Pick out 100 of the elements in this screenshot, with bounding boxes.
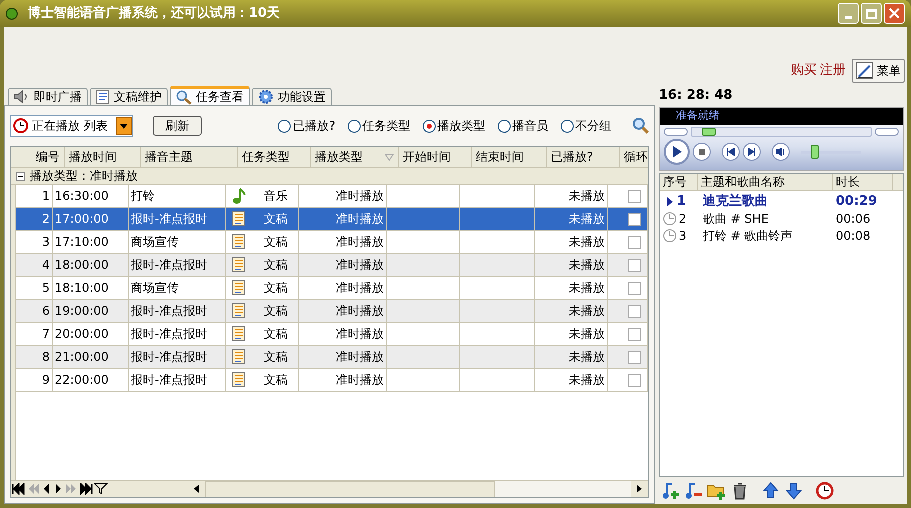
column-header[interactable]: 序号 [660, 174, 698, 190]
table-cell-text: 21:00:00 [55, 349, 109, 366]
checkbox[interactable] [628, 190, 641, 202]
document-icon [232, 303, 246, 319]
tab[interactable]: 即时广播 [8, 88, 88, 105]
table-cell-text: 准时播放 [336, 234, 384, 251]
document-icon [96, 90, 110, 104]
fast-forward-button[interactable] [875, 128, 899, 136]
move-down-icon[interactable] [784, 480, 804, 500]
document-icon [232, 211, 246, 227]
table-row[interactable]: 8 21:00:00 报时-准点报时 文稿 准时播放 未播放 [16, 346, 648, 369]
move-up-icon[interactable] [761, 480, 781, 500]
header-link[interactable]: 购买 [791, 60, 817, 80]
playlist-item[interactable]: 2 歌曲 # SHE 00:06 [660, 210, 903, 227]
minimize-button[interactable] [838, 3, 859, 24]
column-header[interactable]: 编号 [28, 147, 65, 167]
table-cell-text: 文稿 [264, 280, 288, 297]
close-button[interactable] [884, 3, 905, 24]
column-header[interactable]: 播放类型 [311, 147, 399, 167]
table-cell-text: 文稿 [264, 303, 288, 320]
slider-thumb[interactable] [702, 128, 716, 136]
column-header[interactable]: 播放时间 [65, 147, 141, 167]
table-row[interactable]: 1 16:30:00 打铃 音乐 准时播放 未播放 [16, 185, 648, 208]
table-row[interactable]: 2 17:00:00 报时-准点报时 文稿 准时播放 未播放 [16, 208, 648, 231]
column-header[interactable]: 结束时间 [472, 147, 547, 167]
previous-track-icon [727, 148, 735, 156]
menu-button[interactable]: 菜单 [852, 59, 905, 83]
mute-button[interactable] [772, 143, 790, 161]
first-page-icon[interactable] [12, 483, 26, 495]
table-cell-text: 2 [42, 211, 50, 228]
radio-option[interactable]: 任务类型 [348, 117, 411, 135]
table-cell-text: 准时播放 [336, 349, 384, 366]
filter-icon[interactable] [94, 483, 108, 495]
table-row[interactable]: 4 18:00:00 报时-准点报时 文稿 准时播放 未播放 [16, 254, 648, 277]
column-header[interactable]: 任务类型 [238, 147, 311, 167]
scroll-left-icon[interactable] [194, 485, 199, 493]
table-cell-text: 商场宣传 [131, 234, 179, 251]
table-row[interactable]: 5 18:10:00 商场宣传 文稿 准时播放 未播放 [16, 277, 648, 300]
checkbox[interactable] [628, 374, 641, 386]
checkbox[interactable] [628, 258, 641, 272]
radio-option[interactable]: 播放类型 [422, 117, 486, 135]
radio-option[interactable]: 播音员 [498, 117, 549, 135]
last-page-icon[interactable] [79, 483, 93, 495]
playlist-item[interactable]: 3 打铃 # 歌曲铃声 00:08 [660, 227, 903, 244]
seek-track[interactable] [691, 127, 872, 137]
table-row[interactable]: 7 20:00:00 报时-准点报时 文稿 准时播放 未播放 [16, 323, 648, 346]
table-cell-text: 准时播放 [336, 257, 384, 274]
table-row[interactable]: 3 17:10:00 商场宣传 文稿 准时播放 未播放 [16, 231, 648, 254]
table-cell-text: 未播放 [569, 372, 605, 389]
search-icon[interactable] [632, 117, 649, 135]
next-track-button[interactable] [743, 143, 761, 161]
tab[interactable]: 文稿维护 [90, 88, 168, 105]
table-cell-text: 1 [42, 188, 50, 205]
table-row[interactable]: 6 19:00:00 报时-准点报时 文稿 准时播放 未播放 [16, 300, 648, 323]
header-link[interactable]: 注册 [820, 60, 846, 80]
radio-option[interactable]: 不分组 [560, 117, 612, 135]
column-header[interactable]: 主题和歌曲名称 [698, 174, 833, 190]
checkbox[interactable] [628, 282, 641, 294]
column-header[interactable]: 时长 [833, 174, 893, 190]
column-header[interactable]: 开始时间 [399, 147, 472, 167]
alarm-clock-icon[interactable] [815, 480, 835, 500]
checkbox[interactable] [628, 236, 641, 248]
table-cell-text: 报时-准点报时 [131, 257, 208, 274]
refresh-button[interactable]: 刷新 [152, 116, 202, 136]
document-icon [232, 326, 246, 342]
next-icon[interactable] [53, 483, 63, 495]
table-row[interactable]: 9 22:00:00 报时-准点报时 文稿 准时播放 未播放 [16, 369, 648, 392]
table-cell-text: 未播放 [569, 211, 605, 228]
scroll-right-icon[interactable] [637, 485, 642, 493]
previous-track-button[interactable] [722, 143, 740, 161]
volume-track[interactable] [801, 145, 861, 159]
checkbox[interactable] [628, 328, 641, 340]
clock-icon [13, 118, 29, 134]
table-cell-text: 6 [42, 303, 50, 320]
column-header[interactable]: 播音主题 [141, 147, 238, 167]
previous-icon[interactable] [42, 483, 52, 495]
checkbox[interactable] [628, 350, 641, 364]
document-icon [232, 234, 246, 250]
maximize-button[interactable] [861, 3, 882, 24]
play-button[interactable] [664, 139, 690, 165]
remove-music-icon[interactable] [684, 480, 704, 500]
table-cell-text: 报时-准点报时 [131, 303, 208, 320]
slider-thumb[interactable] [811, 145, 820, 159]
checkbox[interactable] [628, 304, 641, 318]
add-music-icon[interactable] [661, 480, 681, 500]
group-label: 播放类型：准时播放 [30, 168, 138, 185]
table-cell-text: 准时播放 [336, 188, 384, 205]
tab[interactable]: 功能设置 [252, 88, 332, 105]
horizontal-scrollbar[interactable] [188, 480, 648, 497]
radio-option[interactable]: 已播放? [278, 117, 336, 135]
document-icon [232, 280, 246, 296]
table-cell-text: 准时播放 [336, 326, 384, 343]
stop-button[interactable] [693, 143, 711, 161]
list-dropdown[interactable]: 正在播放 列表 [10, 115, 133, 137]
collapse-button[interactable] [16, 172, 25, 180]
tab[interactable]: 任务查看 [170, 86, 250, 105]
column-header[interactable]: 已播放? [547, 147, 620, 167]
document-icon [232, 349, 246, 365]
checkbox[interactable] [628, 212, 641, 226]
playlist-item[interactable]: 1 迪克兰歌曲 00:29 [660, 193, 903, 210]
